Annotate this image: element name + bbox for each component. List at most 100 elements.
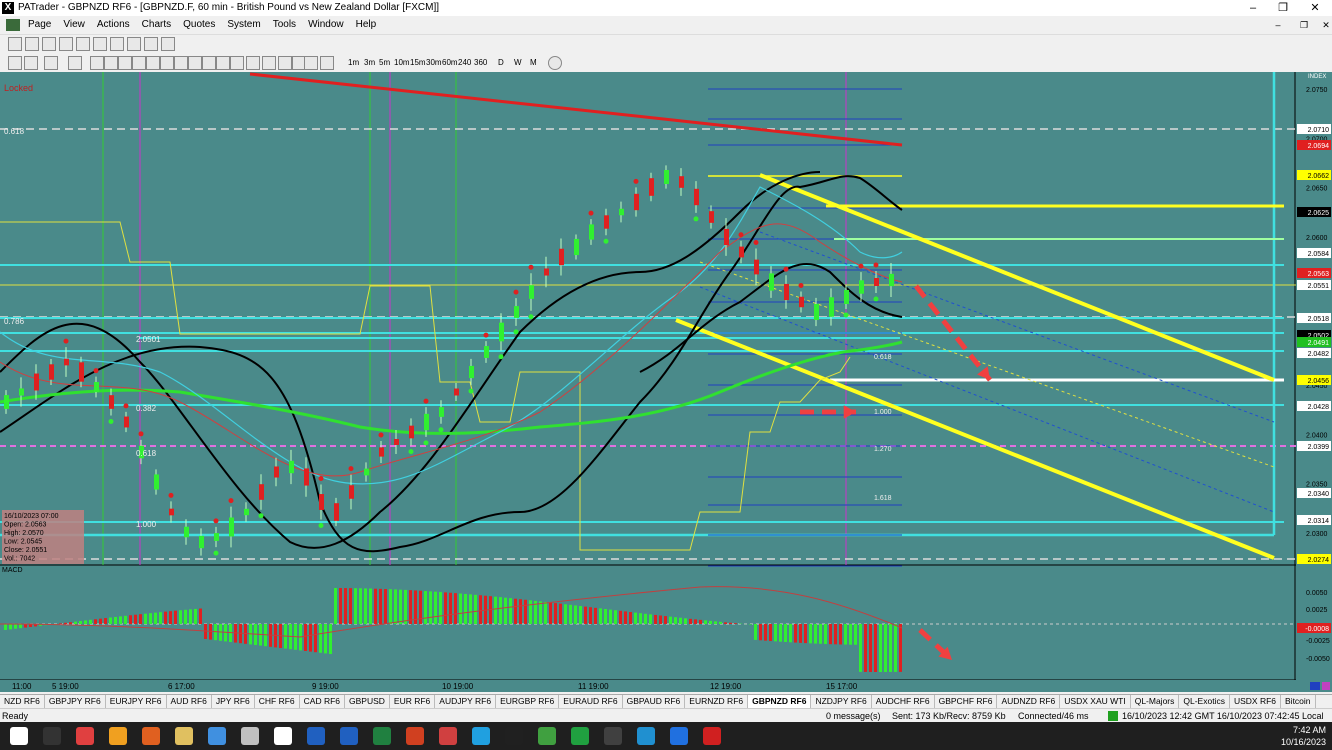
timeframe-W[interactable]: W (512, 56, 524, 70)
drawing-tool-icon[interactable] (174, 56, 188, 70)
tab-gbpjpy-rf6[interactable]: GBPJPY RF6 (45, 695, 106, 708)
tab-bitcoin[interactable]: Bitcoin (1281, 695, 1316, 708)
menu-quotes[interactable]: Quotes (177, 16, 221, 34)
powerpoint-icon[interactable] (406, 727, 424, 745)
menu-page[interactable]: Page (22, 16, 57, 34)
search-icon[interactable] (43, 727, 61, 745)
drawing-tool-icon[interactable] (8, 56, 22, 70)
chart-type-icon[interactable] (42, 37, 56, 51)
app-icon[interactable] (472, 727, 490, 745)
drawing-tool-icon[interactable] (90, 56, 104, 70)
drawing-tool-icon[interactable] (202, 56, 216, 70)
tab-audchf-rf6[interactable]: AUDCHF RF6 (872, 695, 935, 708)
tab-gbpusd[interactable]: GBPUSD (345, 695, 390, 708)
timeframe-M[interactable]: M (528, 56, 539, 70)
app-icon[interactable] (307, 727, 325, 745)
inner-close-button[interactable]: ✕ (1316, 18, 1332, 32)
timeframe-3m[interactable]: 3m (362, 56, 377, 70)
tab-cad-rf6[interactable]: CAD RF6 (300, 695, 346, 708)
chart-type-icon[interactable] (144, 37, 158, 51)
drawing-tool-icon[interactable] (68, 56, 82, 70)
chart-type-icon[interactable] (76, 37, 90, 51)
word-icon[interactable] (340, 727, 358, 745)
chart-type-icon[interactable] (8, 37, 22, 51)
terminal-icon[interactable] (505, 727, 523, 745)
drawing-tool-icon[interactable] (278, 56, 292, 70)
drawing-tool-icon[interactable] (216, 56, 230, 70)
drawing-tool-icon[interactable] (44, 56, 58, 70)
chart-type-icon[interactable] (25, 37, 39, 51)
drawing-tool-icon[interactable] (188, 56, 202, 70)
drawing-tool-icon[interactable] (118, 56, 132, 70)
drawing-tool-icon[interactable] (132, 56, 146, 70)
vlc-icon[interactable] (109, 727, 127, 745)
drawing-tool-icon[interactable] (146, 56, 160, 70)
timeframe-1m[interactable]: 1m (346, 56, 361, 70)
app-icon[interactable] (538, 727, 556, 745)
menu-actions[interactable]: Actions (91, 16, 136, 34)
timeframe-5m[interactable]: 5m (377, 56, 392, 70)
price-chart[interactable]: Locked 0.618 0.786 0.618 1.000 0.382 2.0501 0.6… (0, 72, 1332, 692)
tab-audnzd-rf6[interactable]: AUDNZD RF6 (997, 695, 1061, 708)
tab-eurjpy-rf6[interactable]: EURJPY RF6 (106, 695, 167, 708)
tab-nzdjpy-rf6[interactable]: NZDJPY RF6 (811, 695, 872, 708)
minimize-button[interactable]: – (1238, 0, 1268, 16)
tab-gbpaud-rf6[interactable]: GBPAUD RF6 (623, 695, 686, 708)
menu-app-icon[interactable] (6, 19, 20, 31)
tab-gbpnzd-rf6[interactable]: GBPNZD RF6 (748, 695, 812, 708)
drawing-tool-icon[interactable] (24, 56, 38, 70)
chart-type-icon[interactable] (93, 37, 107, 51)
timeframe-240[interactable]: 240 (456, 56, 473, 70)
app-icon[interactable] (571, 727, 589, 745)
inner-restore-button[interactable]: ❐ (1294, 18, 1314, 32)
drawing-tool-icon[interactable] (246, 56, 260, 70)
windows-start-icon[interactable] (10, 727, 28, 745)
menu-window[interactable]: Window (302, 16, 350, 34)
excel-icon[interactable] (373, 727, 391, 745)
menu-system[interactable]: System (221, 16, 266, 34)
app-icon[interactable] (670, 727, 688, 745)
drawing-tool-icon[interactable] (230, 56, 244, 70)
taskbar-clock[interactable]: 7:42 AM 10/16/2023 (1281, 724, 1326, 748)
snip-icon[interactable] (241, 727, 259, 745)
chart-type-icon[interactable] (161, 37, 175, 51)
tab-usdx-xau-wti[interactable]: USDX XAU WTI (1060, 695, 1131, 708)
chrome-icon[interactable] (76, 727, 94, 745)
tab-usdx-rf6[interactable]: USDX RF6 (1230, 695, 1282, 708)
menu-help[interactable]: Help (350, 16, 383, 34)
tab-eur-rf6[interactable]: EUR RF6 (390, 695, 436, 708)
close-button[interactable]: ✕ (1300, 0, 1330, 16)
drawing-tool-icon[interactable] (304, 56, 318, 70)
chart-canvas[interactable]: Locked 0.618 0.786 0.618 1.000 0.382 2.0501 0.6… (0, 72, 1332, 692)
menu-charts[interactable]: Charts (136, 16, 177, 34)
tab-ql-majors[interactable]: QL-Majors (1131, 695, 1180, 708)
tab-ql-exotics[interactable]: QL-Exotics (1179, 695, 1230, 708)
drawing-tool-icon[interactable] (160, 56, 174, 70)
clock-icon[interactable] (548, 56, 562, 70)
folder-icon[interactable] (175, 727, 193, 745)
tab-jpy-rf6[interactable]: JPY RF6 (212, 695, 255, 708)
tab-audjpy-rf6[interactable]: AUDJPY RF6 (435, 695, 497, 708)
tab-eurgbp-rf6[interactable]: EURGBP RF6 (496, 695, 560, 708)
drawing-tool-icon[interactable] (320, 56, 334, 70)
chart-type-icon[interactable] (110, 37, 124, 51)
menu-view[interactable]: View (57, 16, 91, 34)
drawing-tool-icon[interactable] (262, 56, 276, 70)
drawing-tool-icon[interactable] (104, 56, 118, 70)
tab-chf-rf6[interactable]: CHF RF6 (255, 695, 300, 708)
chart-type-icon[interactable] (59, 37, 73, 51)
tab-euraud-rf6[interactable]: EURAUD RF6 (559, 695, 623, 708)
app-icon[interactable] (703, 727, 721, 745)
menu-tools[interactable]: Tools (267, 16, 302, 34)
timeframe-360[interactable]: 360 (472, 56, 489, 70)
timeframe-D[interactable]: D (496, 56, 506, 70)
brave-icon[interactable] (142, 727, 160, 745)
app-icon[interactable] (604, 727, 622, 745)
tab-eurnzd-rf6[interactable]: EURNZD RF6 (685, 695, 749, 708)
tab-nzd-rf6[interactable]: NZD RF6 (0, 695, 45, 708)
patrader-icon[interactable] (274, 727, 292, 745)
app-icon[interactable] (208, 727, 226, 745)
tab-gbpchf-rf6[interactable]: GBPCHF RF6 (935, 695, 998, 708)
maximize-button[interactable]: ❐ (1268, 0, 1298, 16)
inner-minimize-button[interactable]: – (1268, 18, 1288, 32)
